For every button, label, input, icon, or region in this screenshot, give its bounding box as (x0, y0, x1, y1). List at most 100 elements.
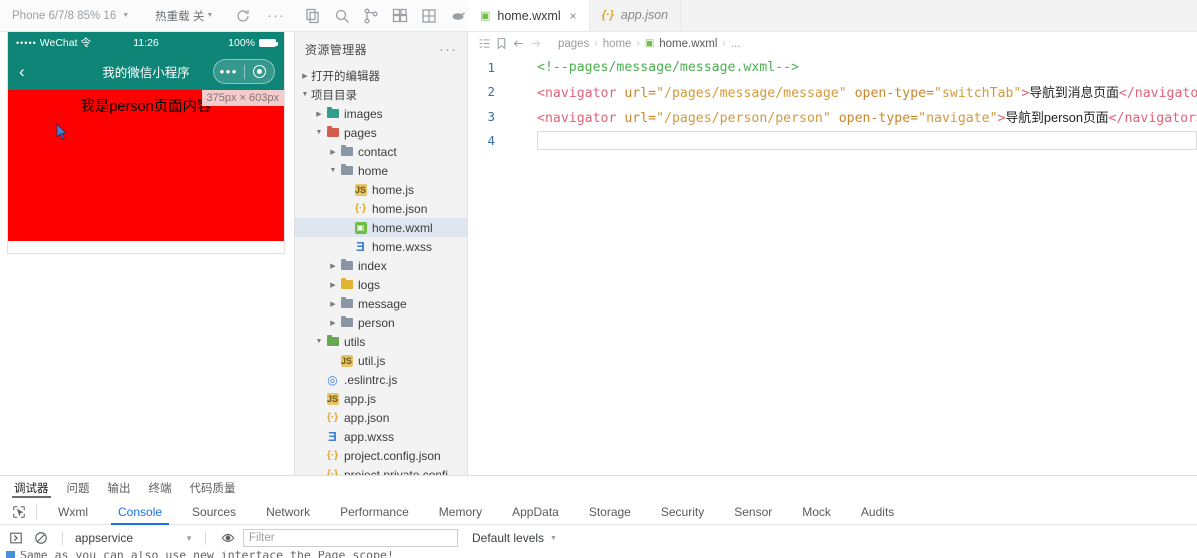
log-levels-selector[interactable]: Default levels ▼ (472, 531, 557, 545)
files-icon[interactable] (305, 8, 321, 24)
tree-item-logs[interactable]: ▶ logs (295, 275, 467, 294)
panel-tab-1[interactable]: 问题 (67, 476, 90, 499)
panel-tab-4[interactable]: 代码质量 (190, 476, 236, 499)
bookmark-icon[interactable] (493, 37, 510, 50)
tree-item--eslintrc-js[interactable]: ▸◎ .eslintrc.js (295, 370, 467, 389)
console-context-selector[interactable]: appservice ▼ (75, 531, 193, 545)
folder-icon (340, 296, 353, 308)
devtools-tab-console[interactable]: Console (103, 499, 177, 525)
device-selector[interactable]: Phone 6/7/8 85% 16 ▼ (0, 10, 129, 22)
layout-icon[interactable] (421, 8, 437, 24)
code-token: "/pages/message/message" (656, 86, 847, 102)
debug-icon[interactable] (450, 8, 466, 24)
code-line-text[interactable]: <navigator url="/pages/message/message" … (512, 82, 1197, 101)
tree-item-message[interactable]: ▶ message (295, 294, 467, 313)
devtools-tab-storage[interactable]: Storage (574, 499, 646, 525)
back-icon[interactable]: ‹ (19, 63, 25, 80)
folder-icon (340, 258, 353, 270)
chevron-right-icon: ▸ (327, 357, 339, 365)
chevron-right-icon: ▶ (330, 148, 336, 156)
panel-tab-2[interactable]: 输出 (108, 476, 131, 499)
tree-item-label: images (344, 106, 383, 121)
tree-item-index[interactable]: ▶ index (295, 256, 467, 275)
tree-item-home-wxml[interactable]: ▸▣ home.wxml (295, 218, 467, 237)
tree-item-home[interactable]: ▼ home (295, 161, 467, 180)
tree-item-label: project.private.config.js... (344, 467, 463, 476)
forward-arrow-icon[interactable] (527, 37, 544, 50)
hot-reload-selector[interactable]: 热重载 关 ▼ (155, 8, 213, 24)
tree-item-person[interactable]: ▶ person (295, 313, 467, 332)
devtools-tab-mock[interactable]: Mock (787, 499, 846, 525)
code-token: <!--pages/message/message.wxml--> (537, 59, 800, 75)
devtools-tab-audits[interactable]: Audits (846, 499, 909, 525)
tree-item-label: .eslintrc.js (344, 372, 398, 387)
eye-icon[interactable] (218, 529, 237, 548)
devtools-tab-sensor[interactable]: Sensor (719, 499, 787, 525)
log-levels-label: Default levels (472, 531, 545, 545)
close-circle-icon[interactable] (245, 65, 275, 78)
execute-icon[interactable] (6, 529, 25, 548)
code-line-text[interactable]: <!--pages/message/message.wxml--> (512, 60, 799, 75)
devtools-tab-memory[interactable]: Memory (424, 499, 497, 525)
tree-item-images[interactable]: ▶ images (295, 104, 467, 123)
panel-tab-0[interactable]: 调试器 (12, 476, 50, 499)
devtools-tab-network[interactable]: Network (251, 499, 325, 525)
tab-home-wxml[interactable]: ▣ home.wxml × (468, 0, 590, 31)
editor-column: pages › home › ▣ home.wxml › ... 1 <!--pa… (468, 32, 1197, 475)
code-editor[interactable]: 1 <!--pages/message/message.wxml--> 2 <navi… (468, 55, 1197, 475)
refresh-icon[interactable] (235, 8, 251, 24)
tab-app-json[interactable]: {·} app.json (589, 0, 682, 31)
clear-console-icon[interactable] (31, 529, 50, 548)
breadcrumb-item-more[interactable]: ... (731, 38, 741, 50)
chevron-right-icon: ▶ (316, 110, 322, 118)
tree-item-app-js[interactable]: ▸JS app.js (295, 389, 467, 408)
breadcrumb-item-file[interactable]: home.wxml (659, 38, 717, 50)
simulator-toolbar-icons: ··· (235, 8, 295, 24)
more-icon[interactable]: ··· (439, 42, 457, 57)
tree-item-pages[interactable]: ▼ pages (295, 123, 467, 142)
chevron-down-icon: ▼ (550, 534, 557, 542)
source-control-icon[interactable] (363, 8, 379, 24)
code-line-text[interactable]: <navigator url="/pages/person/person" op… (512, 107, 1197, 126)
section-project-directory[interactable]: ▼ 项目目录 (295, 85, 467, 104)
battery-icon (259, 38, 278, 47)
more-icon[interactable]: ··· (267, 8, 285, 23)
tree-item-project-config-json[interactable]: ▸{·} project.config.json (295, 446, 467, 465)
search-icon[interactable] (334, 8, 350, 24)
explorer-panel: 资源管理器 ··· ▶ 打开的编辑器 ▼ 项目目录 ▶ images ▼ pages ▶… (295, 32, 468, 475)
back-arrow-icon[interactable] (510, 37, 527, 50)
menu-dots-icon[interactable]: ••• (214, 65, 244, 78)
tree-item-contact[interactable]: ▶ contact (295, 142, 467, 161)
tree-item-home-json[interactable]: ▸{·} home.json (295, 199, 467, 218)
console-filter-input[interactable]: Filter (243, 529, 458, 547)
tree-item-home-js[interactable]: ▸JS home.js (295, 180, 467, 199)
tree-item-utils[interactable]: ▼ utils (295, 332, 467, 351)
devtools-tab-sources[interactable]: Sources (177, 499, 251, 525)
console-toolbar: appservice ▼ Filter Default levels ▼ (0, 525, 1197, 551)
capsule-buttons[interactable]: ••• (213, 59, 275, 84)
close-icon[interactable]: × (570, 9, 577, 23)
folder-icon (340, 144, 353, 156)
tree-item-app-wxss[interactable]: ▸Ǝapp.wxss (295, 427, 467, 446)
section-label: 项目目录 (311, 89, 357, 102)
empty-line-box[interactable] (537, 131, 1197, 151)
line-number: 1 (487, 59, 495, 75)
panel-tab-3[interactable]: 终端 (149, 476, 172, 499)
outline-icon[interactable] (476, 37, 493, 50)
breadcrumb-item-pages[interactable]: pages (558, 38, 589, 50)
devtools-tab-wxml[interactable]: Wxml (43, 499, 103, 525)
chevron-down-icon: ▼ (315, 129, 323, 136)
extensions-icon[interactable] (392, 8, 408, 24)
devtools-tab-security[interactable]: Security (646, 499, 719, 525)
devtools-tab-performance[interactable]: Performance (325, 499, 424, 525)
section-open-editors[interactable]: ▶ 打开的编辑器 (295, 66, 467, 85)
tree-item-home-wxss[interactable]: ▸Ǝhome.wxss (295, 237, 467, 256)
inspect-element-icon[interactable] (8, 505, 30, 519)
tree-item-util-js[interactable]: ▸JS util.js (295, 351, 467, 370)
line-number: 2 (487, 84, 495, 100)
console-log-row: Same as you can also use new interface t… (0, 551, 1197, 558)
breadcrumb-item-home[interactable]: home (603, 38, 632, 50)
tree-item-app-json[interactable]: ▸{·} app.json (295, 408, 467, 427)
devtools-tab-appdata[interactable]: AppData (497, 499, 574, 525)
tree-item-project-private-config-js-[interactable]: ▸{·} project.private.config.js... (295, 465, 467, 476)
